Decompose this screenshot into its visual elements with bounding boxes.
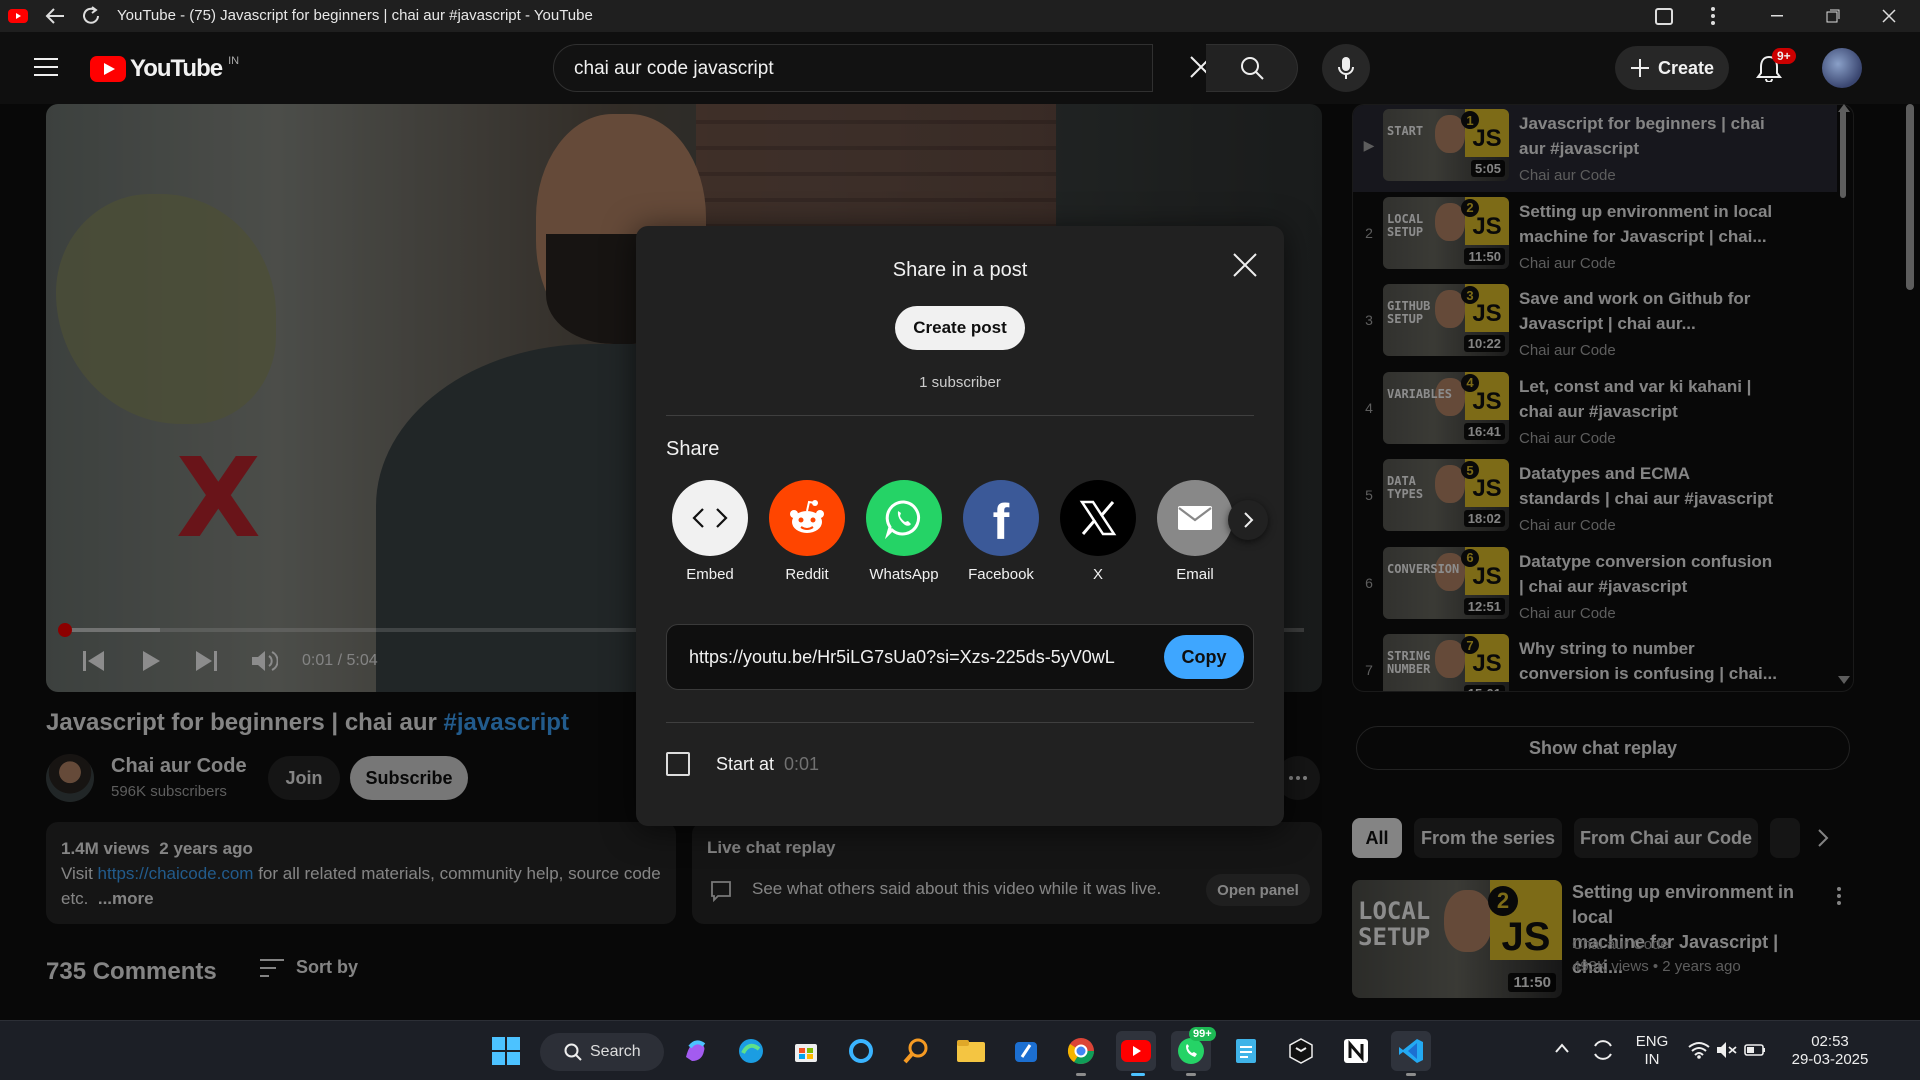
copilot-icon[interactable]	[676, 1031, 716, 1071]
edge-icon[interactable]	[731, 1031, 771, 1071]
notepad-icon[interactable]	[1226, 1031, 1266, 1071]
clock-time: 02:53	[1811, 1033, 1849, 1050]
create-label: Create	[1657, 57, 1715, 78]
browser-menu-icon[interactable]	[1710, 6, 1716, 26]
subscriber-count: 1 subscriber	[919, 374, 1001, 391]
file-explorer-icon[interactable]	[951, 1031, 991, 1071]
wifi-icon[interactable]	[1688, 1041, 1710, 1059]
chevron-right-icon	[1244, 512, 1254, 528]
notifications-button[interactable]: 9+	[1756, 48, 1796, 82]
share-next-button[interactable]	[1228, 500, 1268, 540]
chrome-icon[interactable]	[1061, 1031, 1101, 1071]
embed-icon	[672, 480, 748, 556]
plus-icon	[1630, 59, 1649, 77]
copy-button[interactable]: Copy	[1164, 635, 1244, 679]
country-code: IN	[228, 55, 240, 67]
share-whatsapp[interactable]: WhatsApp	[858, 480, 950, 583]
whatsapp-taskbar-icon[interactable]: 99+	[1171, 1027, 1216, 1071]
battery-icon[interactable]	[1744, 1041, 1766, 1059]
share-embed[interactable]: Embed	[664, 480, 756, 583]
close-window-icon[interactable]	[1866, 0, 1912, 32]
share-embed-label: Embed	[686, 566, 734, 583]
extensions-icon[interactable]	[1654, 6, 1674, 26]
start-at-value[interactable]: 0:01	[784, 754, 819, 775]
language-line2: IN	[1644, 1051, 1660, 1068]
youtube-logo-icon	[90, 56, 126, 82]
app-indicator	[1186, 1073, 1196, 1076]
vscode-icon[interactable]	[1391, 1031, 1431, 1071]
share-reddit[interactable]: Reddit	[761, 480, 853, 583]
store-icon[interactable]	[786, 1031, 826, 1071]
search-button[interactable]	[1206, 44, 1298, 92]
share-x-label: X	[1092, 566, 1103, 583]
youtube-app-icon	[8, 8, 28, 24]
windows-taskbar: Search 99+ ENG IN 02:53 29-03-2025	[0, 1020, 1920, 1080]
share-reddit-label: Reddit	[785, 566, 829, 583]
language-line1: ENG	[1635, 1033, 1669, 1050]
search-input[interactable]: chai aur code javascript	[553, 44, 1153, 92]
app-indicator	[1406, 1073, 1416, 1076]
active-app-indicator	[1131, 1073, 1145, 1076]
reload-icon[interactable]	[80, 5, 102, 27]
terminal-app-icon[interactable]	[1281, 1031, 1321, 1071]
youtube-taskbar-icon[interactable]	[1116, 1031, 1156, 1071]
hamburger-menu-icon[interactable]	[34, 58, 58, 76]
share-url[interactable]: https://youtu.be/Hr5iLG7sUa0?si=Xzs-225d…	[689, 647, 1115, 668]
search-app-icon[interactable]	[896, 1031, 936, 1071]
start-at-checkbox[interactable]	[666, 752, 690, 776]
create-button[interactable]: Create	[1615, 46, 1729, 90]
share-heading: Share	[666, 438, 720, 460]
x-icon	[1060, 480, 1136, 556]
whatsapp-badge: 99+	[1189, 1027, 1216, 1041]
window-title: YouTube - (75) Javascript for beginners …	[117, 7, 593, 24]
search-query[interactable]: chai aur code javascript	[574, 58, 774, 80]
microphone-icon	[1338, 57, 1354, 79]
taskbar-search[interactable]: Search	[540, 1033, 664, 1071]
whatsapp-icon	[866, 480, 942, 556]
maximize-icon[interactable]	[1810, 0, 1856, 32]
start-at-row: Start at 0:01	[666, 752, 819, 776]
share-facebook-label: Facebook	[968, 566, 1034, 583]
close-icon[interactable]	[1232, 252, 1258, 278]
youtube-logo[interactable]: YouTube IN	[90, 55, 239, 83]
clock-date: 29-03-2025	[1791, 1051, 1869, 1068]
create-post-button[interactable]: Create post	[895, 306, 1025, 350]
cortana-icon[interactable]	[841, 1031, 881, 1071]
taskbar-search-label: Search	[590, 1043, 641, 1060]
divider	[666, 415, 1254, 416]
notification-badge: 9+	[1772, 48, 1796, 64]
share-dialog-title: Share in a post	[892, 259, 1028, 281]
search-icon	[564, 1043, 582, 1061]
share-email-label: Email	[1176, 566, 1214, 583]
divider	[666, 722, 1254, 723]
sync-icon[interactable]	[1590, 1037, 1616, 1063]
start-at-label: Start at	[716, 753, 775, 774]
share-url-box[interactable]: https://youtu.be/Hr5iLG7sUa0?si=Xzs-225d…	[666, 624, 1254, 690]
tray-overflow-icon[interactable]	[1554, 1043, 1570, 1053]
volume-muted-icon[interactable]	[1716, 1041, 1738, 1059]
share-whatsapp-label: WhatsApp	[869, 566, 939, 583]
reddit-icon	[769, 480, 845, 556]
email-icon	[1157, 480, 1233, 556]
clock[interactable]: 02:53 29-03-2025	[1782, 1033, 1878, 1069]
notion-icon[interactable]	[1336, 1031, 1376, 1071]
share-facebook[interactable]: f Facebook	[955, 480, 1047, 583]
browser-titlebar: YouTube - (75) Javascript for beginners …	[0, 0, 1920, 32]
voice-search-button[interactable]	[1322, 44, 1370, 92]
language-indicator[interactable]: ENG IN	[1632, 1033, 1672, 1069]
logo-text: YouTube	[130, 55, 223, 82]
share-dialog: Share in a post Create post 1 subscriber…	[636, 226, 1284, 826]
facebook-icon: f	[963, 480, 1039, 556]
share-email[interactable]: Email	[1149, 480, 1241, 583]
teams-icon[interactable]	[1006, 1031, 1046, 1071]
share-x[interactable]: X	[1052, 480, 1144, 583]
back-icon[interactable]	[44, 6, 66, 26]
search-icon	[1240, 57, 1264, 80]
app-indicator	[1076, 1073, 1086, 1076]
windows-start-icon[interactable]	[486, 1031, 526, 1071]
account-avatar[interactable]	[1822, 48, 1862, 88]
minimize-icon[interactable]	[1754, 0, 1800, 32]
